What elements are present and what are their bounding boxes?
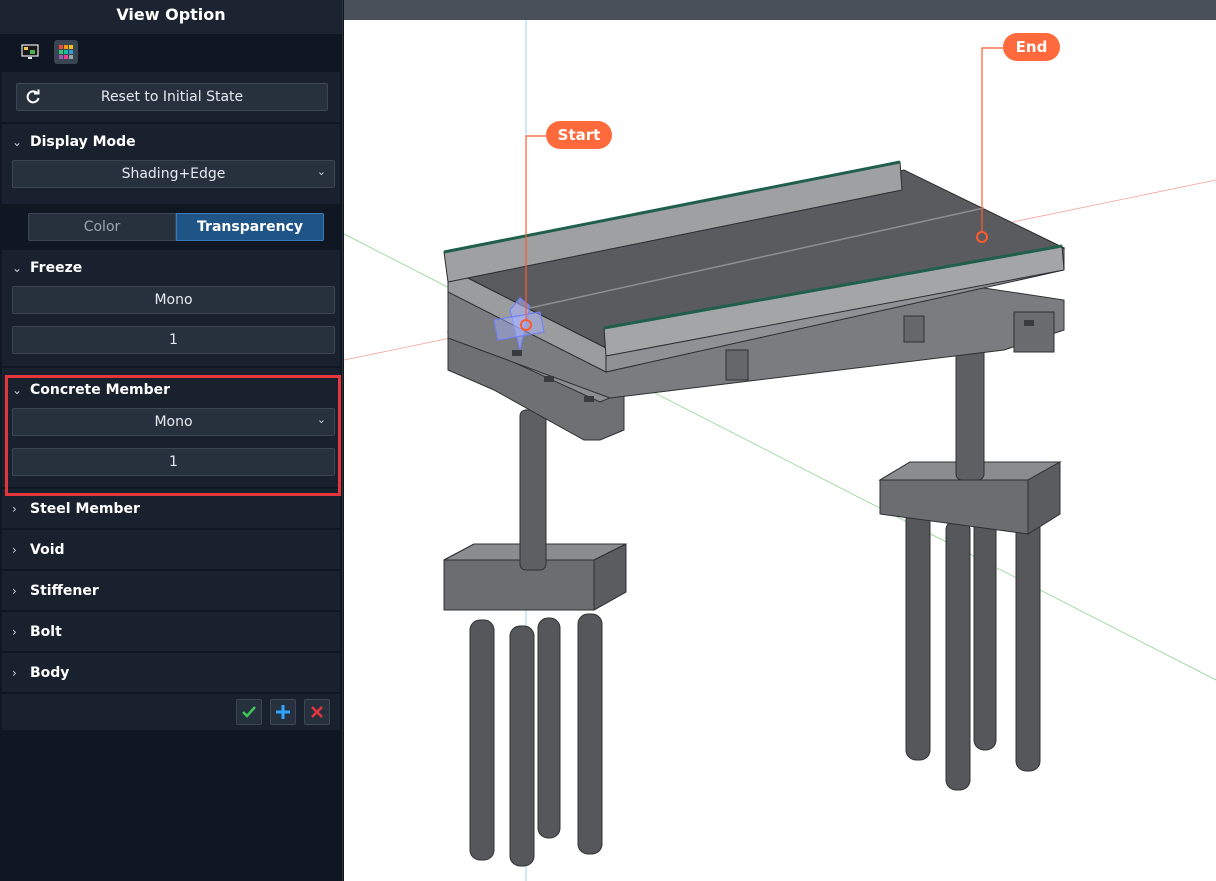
color-transparency-tabs: Color Transparency	[2, 206, 340, 248]
chevron-down-icon: ⌄	[316, 165, 326, 178]
display-mode-section: ⌄ Display Mode Shading+Edge ⌄	[2, 124, 340, 204]
chevron-down-icon: ⌄	[12, 383, 23, 397]
stiffener-header[interactable]: › Stiffener	[2, 571, 340, 610]
reset-button[interactable]: Reset to Initial State	[16, 83, 328, 111]
palette-grid-icon[interactable]	[54, 40, 78, 64]
chevron-down-icon: ⌄	[316, 413, 326, 426]
freeze-header[interactable]: ⌄ Freeze	[2, 250, 340, 286]
left-piles	[469, 613, 603, 867]
end-callout: End	[1003, 33, 1060, 61]
app-window: View Option Reset to Initial State ⌄ Dis…	[0, 0, 1216, 881]
freeze-value-input[interactable]: 1	[12, 326, 335, 354]
end-leader-line	[981, 47, 1004, 232]
void-header[interactable]: › Void	[2, 530, 340, 569]
refresh-icon	[25, 89, 41, 109]
body-header[interactable]: › Body	[2, 653, 340, 692]
tab-color[interactable]: Color	[28, 213, 176, 241]
panel-icon-bar	[0, 34, 342, 70]
steel-member-section: › Steel Member	[2, 489, 340, 528]
concrete-member-header[interactable]: ⌄ Concrete Member	[2, 368, 340, 408]
reset-section: Reset to Initial State	[2, 72, 340, 122]
bridge-model-scene[interactable]	[344, 20, 1216, 881]
view-option-panel: View Option Reset to Initial State ⌄ Dis…	[0, 0, 343, 881]
body-section: › Body	[2, 653, 340, 692]
close-icon[interactable]	[304, 699, 330, 725]
reset-button-label: Reset to Initial State	[100, 89, 244, 105]
panel-title: View Option	[0, 0, 342, 34]
display-mode-select[interactable]: Shading+Edge ⌄	[12, 160, 335, 188]
concrete-member-section: ⌄ Concrete Member Mono ⌄ 1	[2, 368, 340, 487]
chevron-right-icon: ›	[12, 624, 17, 639]
left-column	[519, 409, 547, 571]
display-mode-header[interactable]: ⌄ Display Mode	[2, 124, 340, 160]
chevron-down-icon: ⌄	[12, 261, 23, 275]
viewport-toolbar-strip	[344, 0, 1216, 20]
tab-transparency[interactable]: Transparency	[176, 213, 324, 241]
start-callout: Start	[546, 121, 612, 149]
bolt-header[interactable]: › Bolt	[2, 612, 340, 651]
right-piles	[905, 505, 1041, 791]
chevron-down-icon: ⌄	[12, 135, 23, 149]
steel-member-header[interactable]: › Steel Member	[2, 489, 340, 528]
freeze-mode-select[interactable]: Mono	[12, 286, 335, 314]
bolt-section: › Bolt	[2, 612, 340, 651]
stiffener-section: › Stiffener	[2, 571, 340, 610]
void-section: › Void	[2, 530, 340, 569]
chevron-right-icon: ›	[12, 583, 17, 598]
panel-footer	[2, 694, 340, 730]
plus-icon[interactable]	[270, 699, 296, 725]
chevron-right-icon: ›	[12, 665, 17, 680]
freeze-section: ⌄ Freeze Mono 1	[2, 250, 340, 366]
chevron-right-icon: ›	[12, 542, 17, 557]
concrete-member-mode-select[interactable]: Mono ⌄	[12, 408, 335, 436]
3d-viewport[interactable]: Start End	[344, 0, 1216, 881]
monitor-icon[interactable]	[18, 40, 42, 64]
check-icon[interactable]	[236, 699, 262, 725]
chevron-right-icon: ›	[12, 501, 17, 516]
concrete-member-value-input[interactable]: 1	[12, 448, 335, 476]
